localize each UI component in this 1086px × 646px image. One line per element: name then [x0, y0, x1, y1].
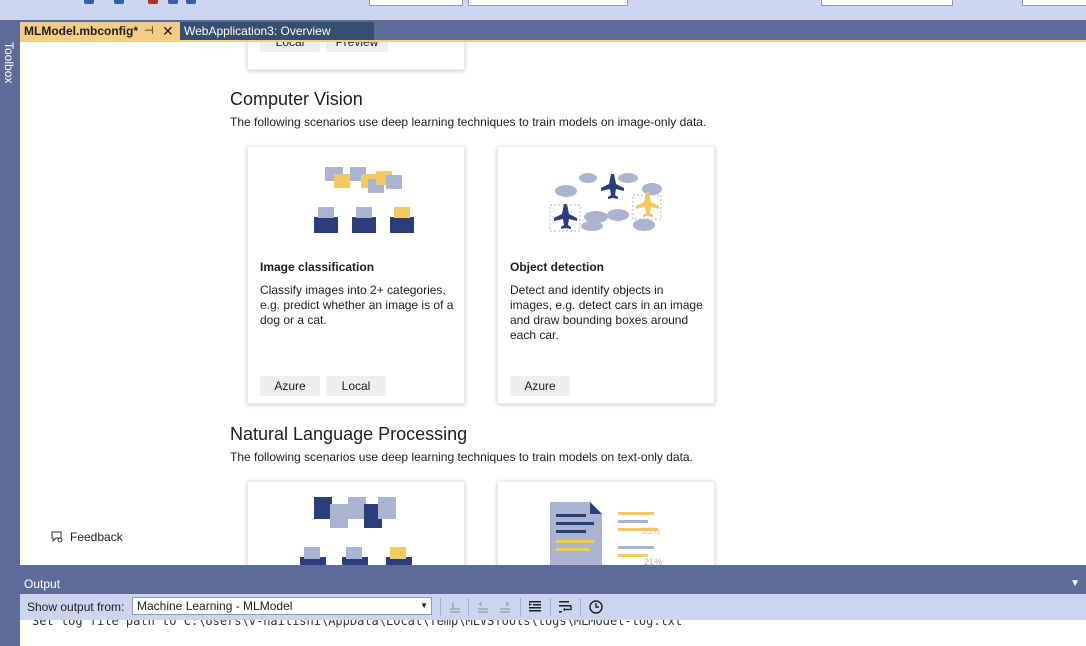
toolbar-separator	[550, 598, 551, 616]
output-title: Output	[24, 577, 61, 591]
toolbar-search[interactable]	[1022, 0, 1086, 6]
card-description: Detect and identify objects in images, e…	[510, 283, 703, 342]
scenario-card-object-detection[interactable]: Object detection Detect and identify obj…	[497, 146, 715, 404]
output-log-line: Set log file path to C:\Users\v-hailishi…	[32, 620, 683, 628]
tag-azure: Azure	[510, 376, 570, 396]
section-title-nlp: Natural Language Processing	[230, 424, 468, 444]
confidence-label: 95%	[642, 526, 661, 536]
word-wrap-icon[interactable]	[556, 598, 574, 616]
section-description: The following scenarios use deep learnin…	[230, 115, 707, 129]
tag-preview: Preview	[326, 42, 388, 52]
toolbar-separator	[580, 598, 581, 616]
section-description: The following scenarios use deep learnin…	[230, 450, 693, 464]
tag-azure: Azure	[260, 376, 320, 396]
output-source-select[interactable]: Machine Learning - MLModel ▼	[132, 597, 432, 615]
feedback-icon	[51, 531, 63, 543]
previous-message-icon[interactable]	[474, 598, 492, 616]
document-tabs: MLModel.mbconfig* ⊣ ✕ WebApplication3: O…	[20, 20, 1086, 40]
toolbar-dropdown[interactable]	[369, 0, 463, 6]
tag-local: Local	[326, 376, 386, 396]
text-classification-illustration	[300, 497, 412, 565]
clock-icon[interactable]	[587, 598, 605, 616]
clear-all-icon[interactable]	[526, 598, 544, 616]
toolbar-icon[interactable]	[186, 0, 196, 4]
scenario-card-sentence-similarity[interactable]: 95% 21%	[497, 481, 715, 565]
text-document-illustration	[550, 502, 658, 565]
toolbar-icon[interactable]	[148, 0, 158, 4]
scenario-card-image-classification[interactable]: Image classification Classify images int…	[247, 146, 465, 404]
scenario-card-text-classification[interactable]	[247, 481, 465, 565]
toolbar-dropdown[interactable]	[468, 0, 628, 6]
toolbox-strip[interactable]: Toolbox	[0, 20, 20, 646]
tab-webapplication-overview[interactable]: WebApplication3: Overview	[180, 22, 374, 40]
toolbar-icon[interactable]	[168, 0, 178, 4]
find-message-icon[interactable]	[446, 598, 464, 616]
toolbar-dropdown[interactable]	[821, 0, 953, 6]
output-panel-header[interactable]: Output ▼	[20, 574, 1086, 594]
confidence-label: 21%	[644, 557, 663, 565]
close-icon[interactable]: ✕	[162, 22, 174, 40]
chevron-down-icon[interactable]: ▼	[1070, 574, 1080, 594]
tab-label: MLModel.mbconfig*	[24, 24, 138, 38]
scenario-card-partial[interactable]: Local Preview	[247, 42, 465, 70]
toolbox-label[interactable]: Toolbox	[2, 42, 16, 83]
card-description: Classify images into 2+ categories, e.g.…	[260, 283, 454, 327]
tag-local: Local	[260, 42, 320, 52]
main-toolbar	[0, 0, 1086, 20]
toolbar-icon[interactable]	[84, 0, 94, 4]
tab-label: WebApplication3: Overview	[184, 24, 331, 38]
toolbar-separator	[468, 598, 469, 616]
pin-icon[interactable]: ⊣	[144, 22, 154, 40]
object-detection-illustration	[549, 173, 662, 232]
dropdown-arrow-icon: ▼	[420, 601, 428, 610]
output-text-area[interactable]: Set log file path to C:\Users\v-hailishi…	[20, 620, 1086, 646]
toolbar-separator	[520, 598, 521, 616]
tab-mlmodel-mbconfig[interactable]: MLModel.mbconfig* ⊣ ✕	[20, 22, 180, 40]
output-source-value: Machine Learning - MLModel	[137, 599, 293, 613]
next-message-icon[interactable]	[496, 598, 514, 616]
toolbar-icon[interactable]	[114, 0, 124, 4]
feedback-label: Feedback	[70, 530, 123, 544]
image-classification-illustration	[314, 167, 414, 233]
show-output-label: Show output from:	[27, 600, 125, 614]
scenario-page: Local Preview Computer Vision The follow…	[20, 42, 1086, 565]
card-title: Image classification	[260, 260, 375, 274]
section-title-computer-vision: Computer Vision	[230, 89, 363, 109]
output-toolbar: Show output from: Machine Learning - MLM…	[20, 594, 1086, 620]
toolbar-separator	[440, 598, 441, 616]
card-title: Object detection	[510, 260, 605, 274]
